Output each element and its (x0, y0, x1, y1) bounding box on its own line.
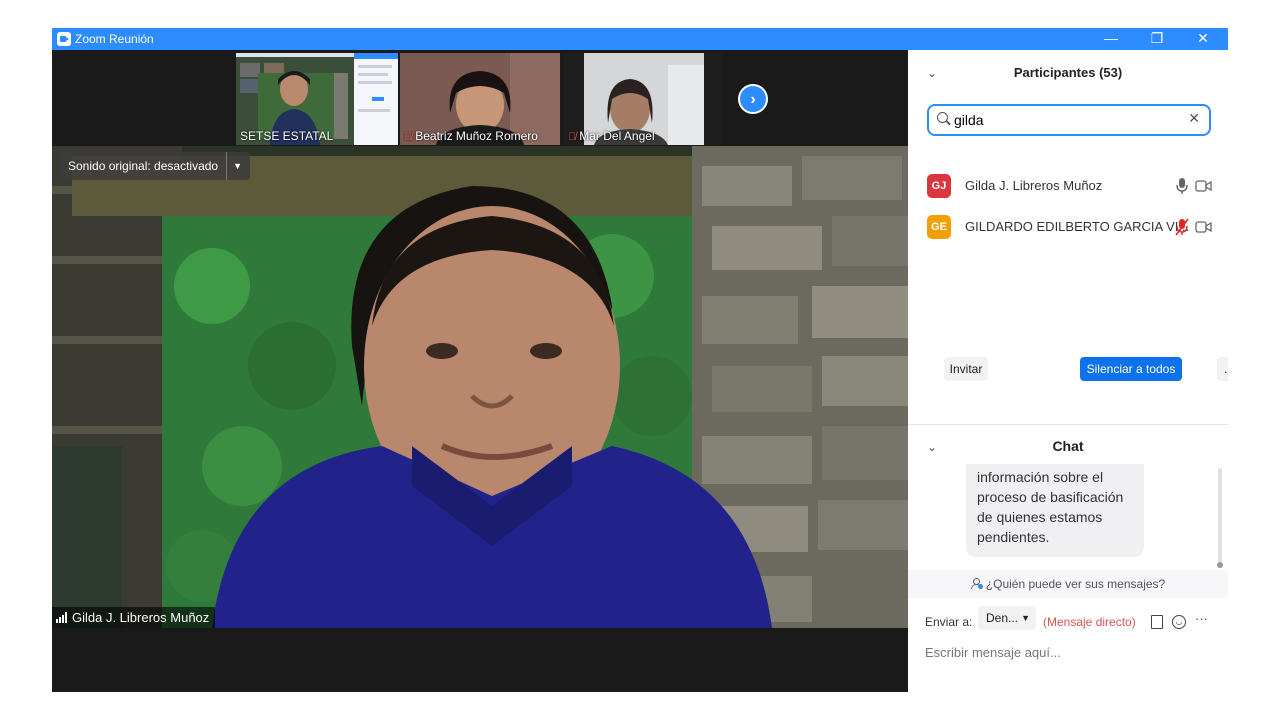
clear-search-icon[interactable]: ✕ (1188, 110, 1200, 127)
chevron-down-icon: ▼ (1021, 613, 1030, 623)
chat-title: Chat (1052, 438, 1084, 454)
side-panel: ⌄ Participantes (53) ✕ GJ Gilda J. Libre… (908, 50, 1228, 692)
thumbnail-name: 🎙̸ Beatriz Muñoz Romero (404, 129, 538, 143)
avatar: GE (927, 215, 951, 239)
video-area: SETSE ESTATAL 🎙̸ Beatriz Muñoz Romero 🎙̸… (52, 50, 908, 692)
avatar: GJ (927, 174, 951, 198)
recipient-value: Den... (986, 611, 1019, 625)
maximize-button[interactable]: ❐ (1134, 28, 1180, 50)
participant-row[interactable]: GJ Gilda J. Libreros Muñoz (927, 173, 1217, 201)
participants-title: Participantes (53) (1013, 65, 1123, 80)
chat-scroll-thumb[interactable] (1217, 562, 1223, 568)
search-icon (937, 112, 948, 123)
direct-message-label: (Mensaje directo) (1043, 615, 1136, 629)
search-input[interactable] (954, 110, 1184, 130)
participant-thumbnail[interactable]: 🎙̸ Mar Del Angel (564, 53, 722, 145)
minimize-button[interactable]: — (1088, 28, 1134, 50)
mic-muted-icon: 🎙̸ (568, 131, 577, 143)
video-camera-icon[interactable] (1195, 221, 1212, 233)
speaker-name: Gilda J. Libreros Muñoz (72, 610, 210, 625)
microphone-muted-icon[interactable] (1175, 218, 1189, 236)
dropdown-arrow-icon[interactable]: ▼ (226, 152, 242, 180)
chat-message-input[interactable] (925, 642, 1215, 662)
main-speaker-video: Sonido original: desactivado ▼ Gilda J. … (52, 146, 908, 628)
send-to-label: Enviar a: (925, 615, 973, 629)
original-sound-toggle[interactable]: Sonido original: desactivado ▼ (60, 152, 251, 180)
invite-button[interactable]: Invitar (944, 357, 988, 381)
next-page-button[interactable]: › (738, 84, 768, 114)
who-can-see-label: ¿Quién puede ver sus mensajes? (985, 577, 1166, 591)
participant-name: GILDARDO EDILBERTO GARCIA VI... (965, 219, 1190, 234)
participant-name: Gilda J. Libreros Muñoz (965, 178, 1103, 193)
title-bar: Zoom Reunión — ❐ ✕ (52, 28, 1228, 50)
file-icon[interactable] (1151, 615, 1163, 629)
thumbnail-name: SETSE ESTATAL (240, 129, 334, 143)
zoom-logo-icon (57, 32, 71, 46)
chat-message-text: información sobre el proceso de basifica… (977, 469, 1124, 545)
window-title: Zoom Reunión (75, 32, 154, 46)
mute-all-button[interactable]: Silenciar a todos (1080, 357, 1182, 381)
more-options-button[interactable]: ... (1217, 357, 1228, 381)
thumbnail-name: 🎙̸ Mar Del Angel (568, 129, 655, 143)
video-camera-icon[interactable] (1195, 180, 1212, 192)
microphone-icon[interactable] (1175, 177, 1189, 195)
participant-thumbnail[interactable]: SETSE ESTATAL (236, 53, 398, 145)
mic-muted-icon: 🎙̸ (404, 131, 413, 143)
speaker-video-frame (52, 146, 908, 628)
participant-search[interactable]: ✕ (927, 104, 1211, 136)
signal-strength-icon (56, 612, 67, 623)
emoji-icon[interactable]: ◡ (1172, 615, 1186, 629)
chat-message-bubble: información sobre el proceso de basifica… (966, 464, 1144, 557)
chevron-right-icon: › (750, 91, 756, 108)
close-button[interactable]: ✕ (1180, 28, 1226, 50)
panel-divider (908, 424, 1228, 425)
person-visibility-icon (970, 578, 983, 589)
who-can-see-messages[interactable]: ¿Quién puede ver sus mensajes? (908, 570, 1228, 598)
participant-row[interactable]: GE GILDARDO EDILBERTO GARCIA VI... (927, 214, 1217, 242)
recipient-select[interactable]: Den... ▼ (978, 606, 1036, 630)
chat-scrollbar[interactable] (1218, 468, 1222, 564)
thumbnail-strip: SETSE ESTATAL 🎙̸ Beatriz Muñoz Romero 🎙̸… (52, 50, 908, 146)
speaker-name-tag: Gilda J. Libreros Muñoz (52, 607, 216, 628)
zoom-window: Zoom Reunión — ❐ ✕ SETSE ESTATAL 🎙̸ Beat… (52, 28, 1228, 692)
more-icon[interactable]: ··· (1195, 611, 1208, 626)
original-sound-label: Sonido original: desactivado (68, 159, 219, 173)
participant-thumbnail[interactable]: 🎙̸ Beatriz Muñoz Romero (400, 53, 560, 145)
